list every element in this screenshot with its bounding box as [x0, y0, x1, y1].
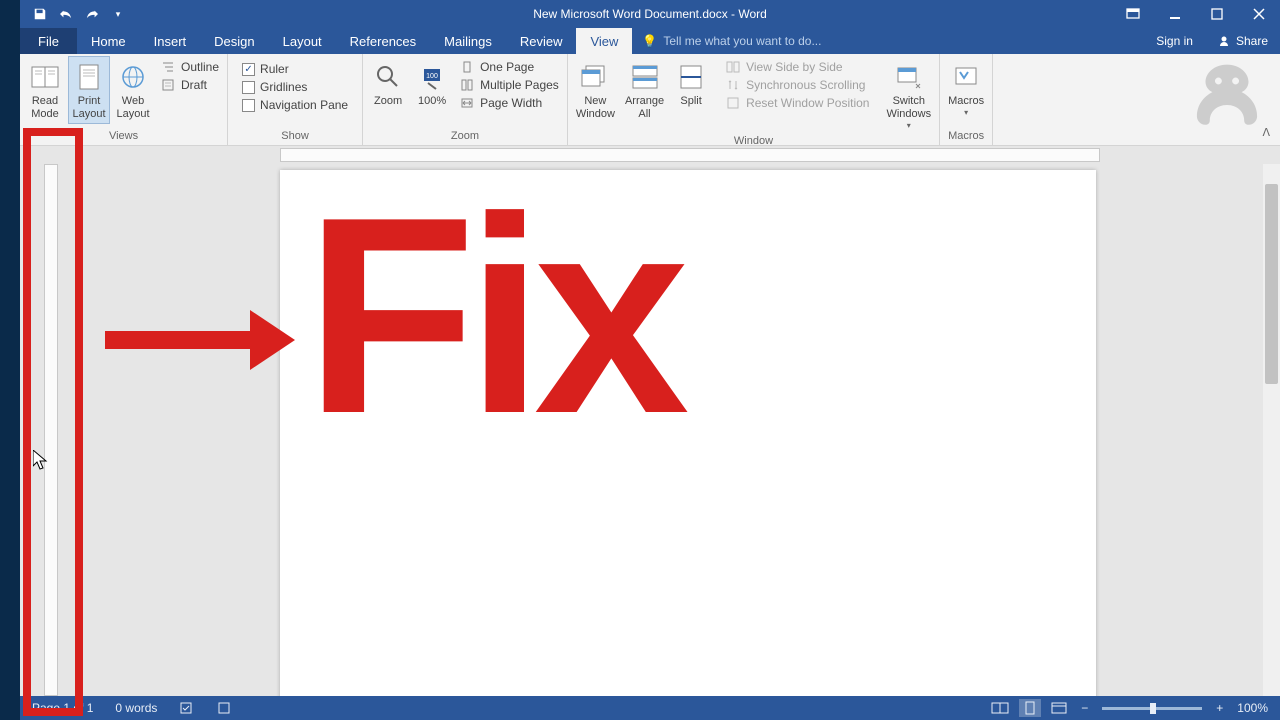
checkbox-icon: [242, 99, 255, 112]
document-text: Fix: [305, 190, 680, 442]
read-mode-view-button[interactable]: [987, 699, 1013, 717]
vertical-scrollbar[interactable]: [1263, 164, 1280, 696]
zoom-percent[interactable]: 100%: [1233, 699, 1272, 717]
document-page[interactable]: Fix: [280, 170, 1096, 696]
outline-button[interactable]: Outline: [156, 58, 223, 76]
print-layout-button[interactable]: Print Layout: [68, 56, 110, 124]
one-page-icon: [459, 59, 475, 75]
minimize-button[interactable]: [1154, 0, 1196, 28]
tell-me-search[interactable]: 💡 Tell me what you want to do...: [632, 28, 831, 54]
share-icon: [1217, 34, 1231, 48]
tab-design[interactable]: Design: [200, 28, 268, 54]
group-views: Read Mode Print Layout Web Layout Outlin…: [20, 54, 228, 145]
scrollbar-thumb[interactable]: [1265, 184, 1278, 384]
maximize-button[interactable]: [1196, 0, 1238, 28]
outline-icon: [160, 59, 176, 75]
ribbon: Read Mode Print Layout Web Layout Outlin…: [20, 54, 1280, 146]
customize-qat-button[interactable]: ▾: [106, 2, 130, 26]
sync-scroll-icon: [725, 77, 741, 93]
page-indicator[interactable]: Page 1 of 1: [28, 699, 97, 717]
group-macros: Macros ▾ Macros: [940, 54, 993, 145]
quick-access-toolbar: ▾: [20, 2, 130, 26]
vertical-ruler[interactable]: ⌐: [42, 164, 60, 696]
window-controls: [1112, 0, 1280, 28]
magnifier-icon: [374, 63, 402, 91]
svg-text:100: 100: [426, 73, 438, 80]
collapse-ribbon-button[interactable]: ᐱ: [1258, 124, 1274, 141]
status-bar: Page 1 of 1 0 words − + 100%: [20, 696, 1280, 720]
redo-button[interactable]: [80, 2, 104, 26]
group-show: ✓ Ruler Gridlines Navigation Pane Show: [228, 54, 363, 145]
checkbox-icon: ✓: [242, 63, 255, 76]
tab-references[interactable]: References: [336, 28, 430, 54]
new-window-button[interactable]: New Window: [572, 56, 619, 124]
spell-check-button[interactable]: [175, 699, 199, 717]
horizontal-ruler[interactable]: [20, 146, 1280, 164]
group-window: New Window Arrange All Split View Side b…: [568, 54, 940, 145]
zoom-100-button[interactable]: 100 100%: [411, 56, 453, 111]
multiple-pages-button[interactable]: Multiple Pages: [455, 76, 563, 94]
zoom-button[interactable]: Zoom: [367, 56, 409, 111]
tab-review[interactable]: Review: [506, 28, 577, 54]
tab-mailings[interactable]: Mailings: [430, 28, 506, 54]
ruler-checkbox[interactable]: ✓ Ruler: [238, 60, 352, 78]
dragon-watermark-icon: [1184, 56, 1270, 142]
save-button[interactable]: [28, 2, 52, 26]
zoom-slider[interactable]: [1102, 707, 1202, 710]
group-zoom: Zoom 100 100% One Page Multiple Pages: [363, 54, 568, 145]
arrange-all-button[interactable]: Arrange All: [621, 56, 668, 124]
one-page-button[interactable]: One Page: [455, 58, 563, 76]
switch-windows-button[interactable]: Switch Windows ▾: [882, 56, 935, 133]
split-button[interactable]: Split: [670, 56, 712, 111]
zoom-out-button[interactable]: −: [1077, 699, 1092, 717]
share-button[interactable]: Share: [1205, 34, 1280, 48]
tab-insert[interactable]: Insert: [140, 28, 201, 54]
page-width-icon: [459, 95, 475, 111]
title-bar: ▾ New Microsoft Word Document.docx - Wor…: [20, 0, 1280, 28]
side-by-side-icon: [725, 59, 741, 75]
print-layout-view-button[interactable]: [1019, 699, 1041, 717]
tab-home[interactable]: Home: [77, 28, 140, 54]
view-side-by-side-button: View Side by Side: [721, 58, 873, 76]
word-count[interactable]: 0 words: [111, 699, 161, 717]
web-layout-button[interactable]: Web Layout: [112, 56, 154, 124]
document-title: New Microsoft Word Document.docx - Word: [533, 7, 767, 21]
draft-button[interactable]: Draft: [156, 76, 223, 94]
undo-button[interactable]: [54, 2, 78, 26]
reset-pos-icon: [725, 95, 741, 111]
synchronous-scrolling-button: Synchronous Scrolling: [721, 76, 873, 94]
gridlines-checkbox[interactable]: Gridlines: [238, 78, 352, 96]
macro-record-button[interactable]: [213, 699, 235, 717]
page-width-button[interactable]: Page Width: [455, 94, 563, 112]
reset-window-position-button: Reset Window Position: [721, 94, 873, 112]
tab-file[interactable]: File: [20, 28, 77, 54]
tab-layout[interactable]: Layout: [269, 28, 336, 54]
document-area: ⌐ Fix: [20, 164, 1280, 696]
ribbon-tabs: File Home Insert Design Layout Reference…: [20, 28, 1280, 54]
navigation-pane-checkbox[interactable]: Navigation Pane: [238, 96, 352, 114]
signin-link[interactable]: Sign in: [1144, 34, 1205, 48]
zoom-in-button[interactable]: +: [1212, 699, 1227, 717]
checkbox-icon: [242, 81, 255, 94]
multi-page-icon: [459, 77, 475, 93]
close-button[interactable]: [1238, 0, 1280, 28]
draft-icon: [160, 77, 176, 93]
macros-button[interactable]: Macros ▾: [944, 56, 988, 120]
lightbulb-icon: 💡: [642, 34, 657, 48]
word-window: ▾ New Microsoft Word Document.docx - Wor…: [20, 0, 1280, 720]
read-mode-button[interactable]: Read Mode: [24, 56, 66, 124]
ribbon-display-button[interactable]: [1112, 0, 1154, 28]
tab-view[interactable]: View: [576, 28, 632, 54]
web-layout-view-button[interactable]: [1047, 699, 1071, 717]
